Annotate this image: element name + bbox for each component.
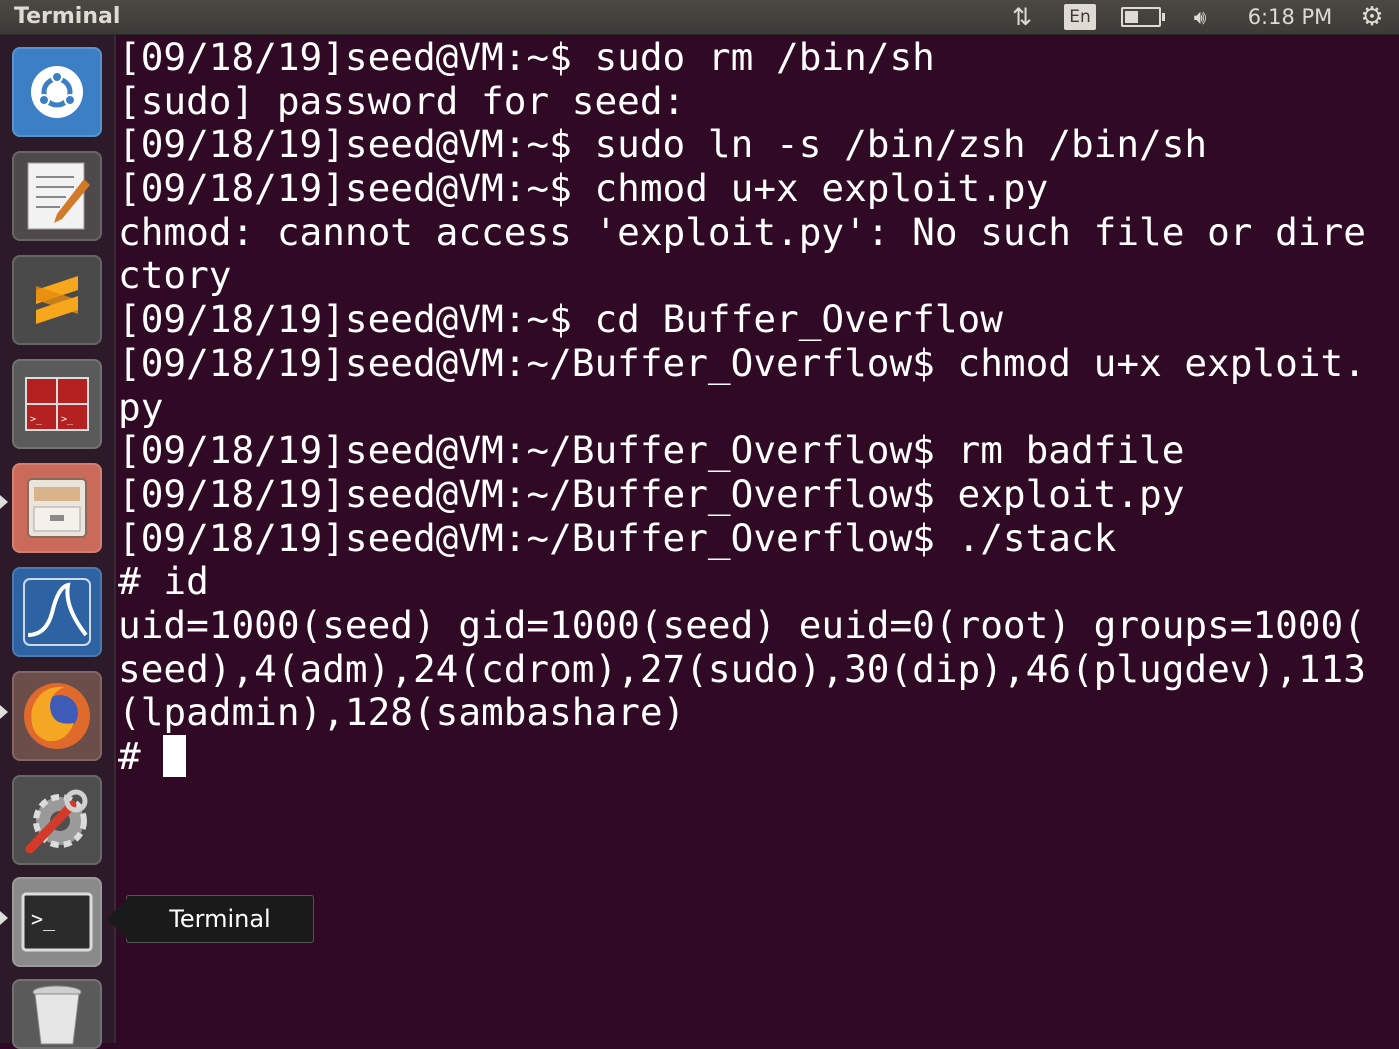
battery-level-fill xyxy=(1125,11,1138,23)
firefox-icon xyxy=(24,683,90,749)
launcher-item-firefox[interactable] xyxy=(12,671,102,761)
launcher-item-files[interactable] xyxy=(12,463,102,553)
launcher-item-text-editor[interactable] xyxy=(12,151,102,241)
clock[interactable]: 6:18 PM xyxy=(1236,0,1344,34)
terminal-line: # id xyxy=(118,559,209,604)
running-indicator-files xyxy=(0,495,8,509)
battery-icon[interactable] xyxy=(1118,0,1165,34)
text-cursor xyxy=(163,735,187,777)
trash-icon xyxy=(32,985,82,1045)
terminal-line: chmod: cannot access 'exploit.py': No su… xyxy=(118,209,1366,254)
launcher-item-terminal[interactable]: >_ xyxy=(12,877,102,967)
terminal-line: [09/18/19]seed@VM:~$ chmod u+x exploit.p… xyxy=(118,166,1049,211)
terminal-line: (lpadmin),128(sambashare) xyxy=(118,690,686,735)
ubuntu-logo-icon xyxy=(31,66,83,118)
terminal-line: [sudo] password for seed: xyxy=(118,78,686,123)
launcher-item-ubuntu-dash[interactable] xyxy=(12,47,102,137)
terminal-prompt-icon: >_ xyxy=(21,892,93,952)
launcher-item-trash[interactable] xyxy=(12,979,102,1049)
terminal-line: py xyxy=(118,384,164,429)
language-label: En xyxy=(1064,4,1096,30)
gear-icon[interactable]: ⚙ xyxy=(1352,0,1392,34)
file-cabinet-icon xyxy=(27,478,87,538)
launcher-item-system-settings[interactable] xyxy=(12,775,102,865)
wrench-gear-icon xyxy=(25,789,88,854)
wireshark-fin-icon xyxy=(23,578,91,646)
terminal-prompt-line[interactable]: # xyxy=(118,734,1388,779)
window-title: Terminal xyxy=(14,4,121,29)
top-panel: Terminal ⇅ En 🔊︎ 6:18 PM ⚙ xyxy=(0,0,1399,35)
terminal-output[interactable]: [09/18/19]seed@VM:~$ sudo rm /bin/sh [sud… xyxy=(118,36,1388,1036)
terminal-line: [09/18/19]seed@VM:~$ sudo ln -s /bin/zsh… xyxy=(118,122,1208,167)
text-editor-icon xyxy=(27,162,90,230)
running-indicator-firefox xyxy=(0,705,8,719)
svg-text:>_: >_ xyxy=(61,414,74,425)
running-indicator-terminal xyxy=(0,911,8,925)
terminal-line: [09/18/19]seed@VM:~$ cd Buffer_Overflow xyxy=(118,297,1003,342)
launcher-item-sublime-text[interactable] xyxy=(12,255,102,345)
volume-icon[interactable]: 🔊︎ xyxy=(1180,0,1220,34)
launcher-item-terminator[interactable]: >_ >_ xyxy=(12,359,102,449)
terminal-line: [09/18/19]seed@VM:~$ sudo rm /bin/sh xyxy=(118,36,935,79)
launcher: >_ >_ >_ xyxy=(0,35,116,1049)
terminal-line: [09/18/19]seed@VM:~/Buffer_Overflow$ rm … xyxy=(118,428,1185,473)
shell-prompt: # xyxy=(118,734,164,778)
svg-text:>_: >_ xyxy=(30,414,43,425)
keyboard-language-indicator[interactable]: En xyxy=(1062,0,1098,34)
terminal-line: [09/18/19]seed@VM:~/Buffer_Overflow$ ./s… xyxy=(118,515,1117,560)
network-icon[interactable]: ⇅ xyxy=(1004,0,1040,34)
launcher-tooltip: Terminal xyxy=(107,895,314,943)
terminal-line: ctory xyxy=(118,253,232,298)
terminator-icon: >_ >_ xyxy=(25,377,89,431)
terminal-line: [09/18/19]seed@VM:~/Buffer_Overflow$ exp… xyxy=(118,471,1185,516)
terminal-line: [09/18/19]seed@VM:~/Buffer_Overflow$ chm… xyxy=(118,340,1366,385)
terminal-line: seed),4(adm),24(cdrom),27(sudo),30(dip),… xyxy=(118,646,1366,691)
launcher-item-wireshark[interactable] xyxy=(12,567,102,657)
sublime-text-icon xyxy=(36,276,78,324)
terminal-line: uid=1000(seed) gid=1000(seed) euid=0(roo… xyxy=(118,602,1366,647)
svg-text:>_: >_ xyxy=(31,907,56,931)
